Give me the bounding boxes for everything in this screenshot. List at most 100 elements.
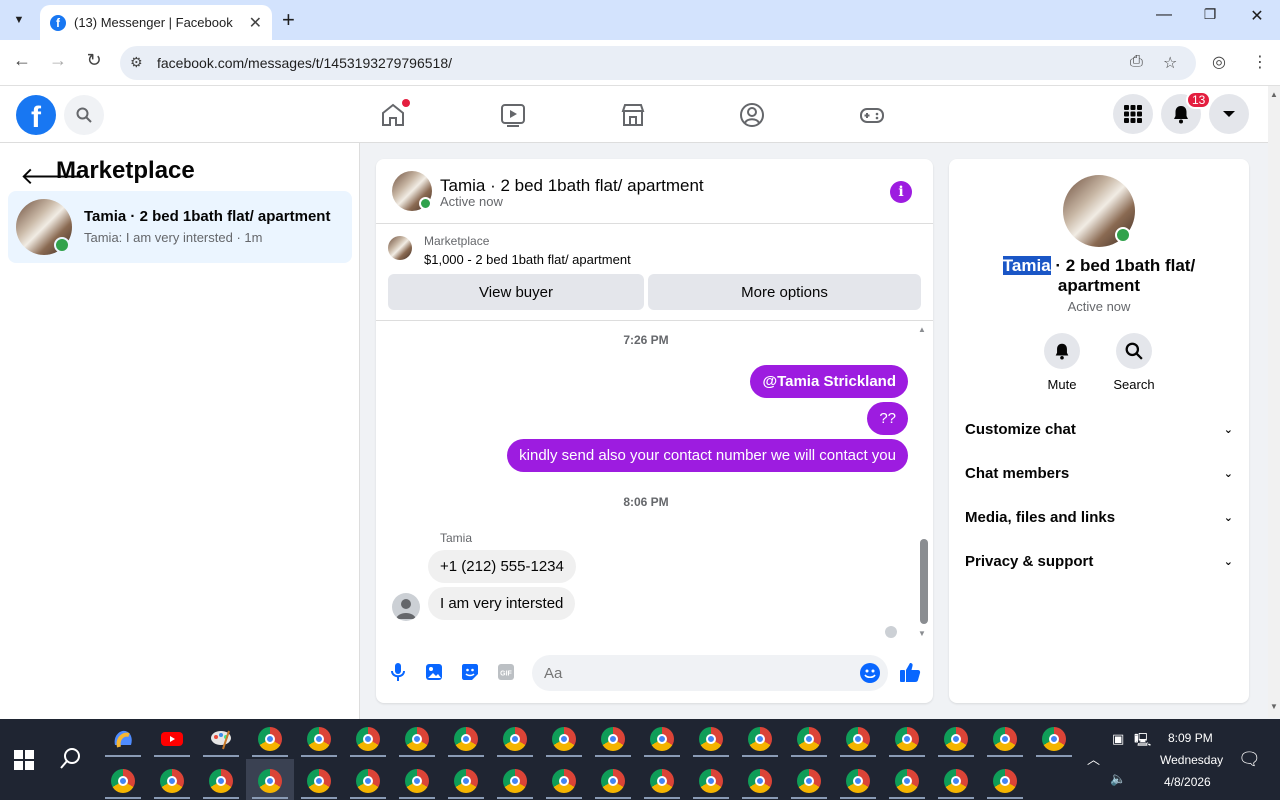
chrome-app-icon[interactable] bbox=[258, 727, 282, 751]
chrome-app-icon[interactable] bbox=[356, 769, 380, 793]
copilot-app-icon[interactable] bbox=[111, 727, 135, 751]
outgoing-message[interactable]: ?? bbox=[867, 402, 908, 435]
network-icon[interactable]: 🖳 bbox=[1134, 731, 1151, 753]
chrome-app-icon[interactable] bbox=[454, 727, 478, 751]
taskbar-search-icon[interactable] bbox=[60, 747, 82, 775]
chrome-app-icon[interactable] bbox=[454, 769, 478, 793]
incoming-message[interactable]: I am very intersted bbox=[428, 587, 576, 620]
view-buyer-button[interactable]: View buyer bbox=[388, 274, 644, 310]
conversation-info-icon[interactable]: i bbox=[890, 181, 912, 203]
photo-icon[interactable] bbox=[423, 661, 445, 683]
chrome-app-icon[interactable] bbox=[503, 727, 527, 751]
privacy-support-section[interactable]: Privacy & support ⌄ bbox=[965, 553, 1233, 577]
chrome-app-icon[interactable] bbox=[307, 769, 331, 793]
minimize-icon[interactable]: — bbox=[1141, 6, 1187, 24]
tray-overflow-chevron-icon[interactable]: ︿ bbox=[1087, 749, 1100, 768]
chrome-app-icon[interactable] bbox=[405, 727, 429, 751]
chat-scrollbar-thumb[interactable] bbox=[920, 539, 928, 624]
chrome-app-icon[interactable] bbox=[650, 769, 674, 793]
chrome-app-icon[interactable] bbox=[748, 769, 772, 793]
install-app-icon[interactable]: ⎙ bbox=[1130, 53, 1143, 71]
thumbs-up-icon[interactable] bbox=[899, 661, 921, 689]
conversation-list-item[interactable]: Tamia · 2 bed 1bath flat/ apartment Tami… bbox=[8, 191, 352, 263]
marketplace-icon[interactable] bbox=[618, 100, 648, 130]
clock-date[interactable]: 4/8/2026 bbox=[1164, 775, 1211, 789]
chat-members-section[interactable]: Chat members ⌄ bbox=[965, 465, 1233, 489]
tab-close-icon[interactable]: ✕ bbox=[249, 13, 262, 33]
chrome-app-icon[interactable] bbox=[552, 769, 576, 793]
chrome-app-icon[interactable] bbox=[699, 727, 723, 751]
chrome-app-icon[interactable] bbox=[209, 769, 233, 793]
emoji-icon[interactable] bbox=[860, 663, 880, 683]
restore-icon[interactable]: ❐ bbox=[1187, 6, 1233, 23]
browser-tab-active[interactable]: f (13) Messenger | Facebook ✕ bbox=[40, 5, 272, 40]
chrome-app-icon[interactable] bbox=[552, 727, 576, 751]
youtube-app-icon[interactable] bbox=[160, 727, 184, 751]
chat-title[interactable]: Tamia · 2 bed 1bath flat/ apartment bbox=[440, 176, 704, 196]
gif-icon[interactable]: GIF bbox=[495, 661, 517, 683]
paint-app-icon[interactable] bbox=[209, 727, 233, 751]
window-close-icon[interactable]: ✕ bbox=[1234, 6, 1280, 26]
omnibox[interactable]: ⚙ facebook.com/messages/t/14531932797965… bbox=[120, 46, 1196, 80]
chrome-app-icon[interactable] bbox=[699, 769, 723, 793]
search-in-conversation-button[interactable]: Search bbox=[1104, 333, 1164, 392]
chrome-menu-icon[interactable]: ⋮ bbox=[1252, 52, 1268, 72]
site-settings-icon[interactable]: ⚙ bbox=[130, 54, 143, 71]
gaming-icon[interactable] bbox=[857, 100, 887, 130]
chrome-app-icon[interactable] bbox=[993, 769, 1017, 793]
sticker-icon[interactable] bbox=[459, 661, 481, 683]
page-scroll-up-icon[interactable]: ▲ bbox=[1270, 90, 1278, 99]
chrome-app-icon[interactable] bbox=[797, 769, 821, 793]
back-icon[interactable]: ← bbox=[8, 50, 36, 71]
page-scroll-down-icon[interactable]: ▼ bbox=[1270, 702, 1278, 711]
new-tab-icon[interactable]: + bbox=[282, 7, 295, 33]
clock-time[interactable]: 8:09 PM bbox=[1168, 731, 1213, 745]
notification-center-icon[interactable]: 🗨 bbox=[1238, 749, 1261, 770]
chrome-app-icon[interactable] bbox=[258, 769, 282, 793]
tray-device-icon[interactable]: ▣ bbox=[1112, 731, 1124, 747]
chrome-app-icon[interactable] bbox=[1042, 727, 1066, 751]
listing-title[interactable]: $1,000 - 2 bed 1bath flat/ apartment bbox=[424, 252, 631, 267]
customize-chat-section[interactable]: Customize chat ⌄ bbox=[965, 421, 1233, 445]
more-options-button[interactable]: More options bbox=[648, 274, 921, 310]
chrome-app-icon[interactable] bbox=[944, 769, 968, 793]
reload-icon[interactable]: ↻ bbox=[80, 50, 108, 71]
scroll-down-icon[interactable]: ▼ bbox=[918, 629, 926, 638]
chrome-app-icon[interactable] bbox=[797, 727, 821, 751]
sender-avatar[interactable] bbox=[392, 593, 420, 621]
facebook-logo-icon[interactable]: f bbox=[16, 95, 56, 135]
forward-icon[interactable]: → bbox=[44, 50, 72, 71]
page-scrollbar[interactable]: ▲ ▼ bbox=[1268, 86, 1280, 718]
chrome-app-icon[interactable] bbox=[895, 727, 919, 751]
chrome-app-icon[interactable] bbox=[846, 769, 870, 793]
chrome-app-icon[interactable] bbox=[111, 769, 135, 793]
scroll-up-icon[interactable]: ▲ bbox=[918, 325, 926, 334]
volume-icon[interactable]: 🔈 bbox=[1110, 771, 1126, 787]
info-panel-title[interactable]: Tamia · 2 bed 1bath flat/ apartment bbox=[969, 256, 1229, 296]
video-icon[interactable] bbox=[498, 100, 528, 130]
incoming-message[interactable]: +1 (212) 555-1234 bbox=[428, 550, 576, 583]
chrome-app-icon[interactable] bbox=[160, 769, 184, 793]
mute-button[interactable]: Mute bbox=[1032, 333, 1092, 392]
chrome-app-icon[interactable] bbox=[356, 727, 380, 751]
bookmark-star-icon[interactable]: ☆ bbox=[1163, 53, 1177, 73]
menu-grid-icon[interactable] bbox=[1113, 94, 1153, 134]
groups-icon[interactable] bbox=[737, 100, 767, 130]
account-chevron-icon[interactable] bbox=[1209, 94, 1249, 134]
chrome-app-icon[interactable] bbox=[503, 769, 527, 793]
chrome-app-icon[interactable] bbox=[895, 769, 919, 793]
windows-start-icon[interactable] bbox=[14, 750, 34, 770]
message-input[interactable] bbox=[532, 655, 888, 691]
url-text[interactable]: facebook.com/messages/t/1453193279796518… bbox=[157, 55, 452, 71]
chrome-app-icon[interactable] bbox=[846, 727, 870, 751]
profile-icon[interactable]: ◎ bbox=[1212, 52, 1226, 72]
chrome-app-icon[interactable] bbox=[944, 727, 968, 751]
chrome-app-icon[interactable] bbox=[993, 727, 1017, 751]
outgoing-message[interactable]: @Tamia Strickland bbox=[750, 365, 908, 398]
tab-search-chevron-icon[interactable]: ▼ bbox=[6, 8, 32, 32]
chrome-app-icon[interactable] bbox=[405, 769, 429, 793]
microphone-icon[interactable] bbox=[387, 661, 409, 683]
fb-search-icon[interactable] bbox=[64, 95, 104, 135]
chrome-app-icon[interactable] bbox=[307, 727, 331, 751]
outgoing-message[interactable]: kindly send also your contact number we … bbox=[507, 439, 908, 472]
